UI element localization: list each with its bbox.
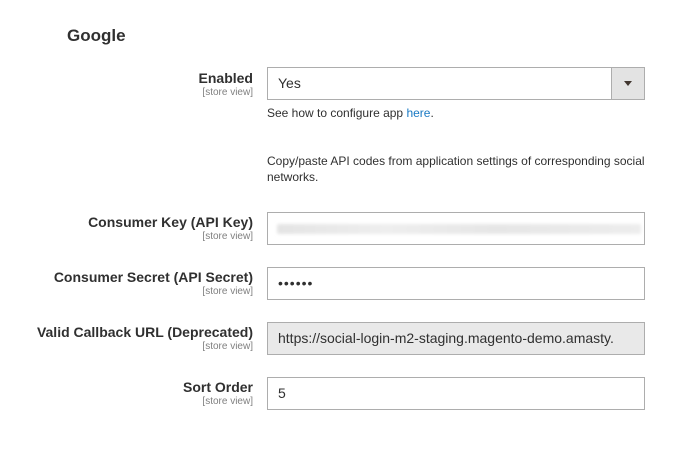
consumer-key-input[interactable] (267, 212, 645, 245)
field-label-consumer-key: Consumer Key (API Key) [store view] (88, 213, 253, 243)
consumer-secret-scope: [store view] (202, 286, 253, 297)
callback-url-scope: [store view] (202, 341, 253, 352)
enabled-select[interactable]: Yes (267, 67, 645, 100)
callback-url-input[interactable]: https://social-login-m2-staging.magento-… (267, 322, 645, 355)
configure-note-text: See how to configure app (267, 106, 407, 120)
enabled-select-value: Yes (278, 75, 301, 91)
sort-order-input[interactable]: 5 (267, 377, 645, 410)
consumer-secret-input[interactable]: •••••• (267, 267, 645, 300)
section-title: Google (67, 26, 126, 45)
api-codes-note: Copy/paste API codes from application se… (267, 154, 645, 184)
field-label-enabled: Enabled [store view] (199, 69, 253, 99)
field-row-callback-url: Valid Callback URL (Deprecated) [store v… (0, 322, 685, 355)
configure-note-suffix: . (430, 106, 434, 120)
consumer-secret-label: Consumer Secret (API Secret) (53, 269, 253, 285)
field-label-sort-order: Sort Order [store view] (183, 378, 253, 408)
field-row-consumer-secret: Consumer Secret (API Secret) [store view… (0, 267, 685, 300)
enabled-select-toggle[interactable] (611, 68, 644, 99)
sort-order-label: Sort Order (182, 379, 253, 395)
chevron-down-icon (624, 81, 632, 86)
field-label-callback-url: Valid Callback URL (Deprecated) [store v… (37, 323, 253, 353)
callback-url-label: Valid Callback URL (Deprecated) (36, 324, 253, 340)
enabled-scope: [store view] (202, 87, 253, 98)
enabled-label: Enabled (198, 70, 253, 86)
configure-here-link[interactable]: here (406, 106, 430, 120)
consumer-key-scope: [store view] (202, 231, 253, 242)
configure-note: See how to configure app here. (267, 105, 645, 121)
sort-order-scope: [store view] (202, 396, 253, 407)
field-label-consumer-secret: Consumer Secret (API Secret) [store view… (54, 268, 253, 298)
field-row-consumer-key: Consumer Key (API Key) [store view] (0, 212, 685, 245)
consumer-key-label: Consumer Key (API Key) (88, 214, 253, 230)
consumer-key-redacted-value (277, 224, 641, 234)
field-row-enabled: Enabled [store view] Yes (0, 67, 685, 100)
field-row-sort-order: Sort Order [store view] 5 (0, 377, 685, 410)
